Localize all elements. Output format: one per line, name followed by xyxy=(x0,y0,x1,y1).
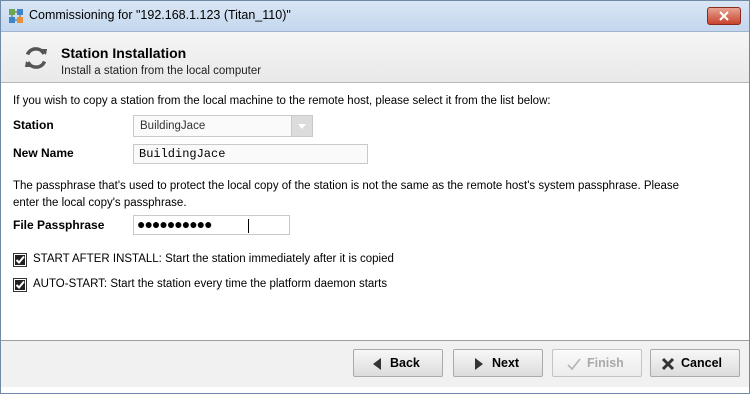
station-dropdown[interactable]: BuildingJace xyxy=(133,115,313,137)
file-passphrase-value: ●●●●●●●●●● xyxy=(137,216,213,232)
next-button[interactable]: Next xyxy=(453,349,543,377)
page-title: Station Installation xyxy=(61,45,187,61)
refresh-icon xyxy=(25,47,47,69)
chevron-down-icon[interactable] xyxy=(291,116,312,136)
cancel-button[interactable]: Cancel xyxy=(650,349,740,377)
file-passphrase-label: File Passphrase xyxy=(13,218,105,232)
auto-start-checkbox[interactable] xyxy=(13,278,27,292)
x-icon xyxy=(661,357,675,371)
passphrase-note-line1: The passphrase that's used to protect th… xyxy=(13,180,680,192)
passphrase-note-line2: enter the local copy's passphrase. xyxy=(13,197,187,209)
station-dropdown-value: BuildingJace xyxy=(140,120,206,132)
file-passphrase-field[interactable]: ●●●●●●●●●● xyxy=(133,215,290,235)
intro-text: If you wish to copy a station from the l… xyxy=(13,95,551,107)
triangle-right-icon xyxy=(475,358,483,370)
check-icon xyxy=(567,358,581,371)
start-after-install-label: START AFTER INSTALL: Start the station i… xyxy=(33,253,394,265)
page-subtitle: Install a station from the local compute… xyxy=(61,65,262,77)
close-button[interactable] xyxy=(707,7,741,25)
finish-label: Finish xyxy=(587,356,624,370)
network-app-icon xyxy=(9,9,23,23)
cancel-label: Cancel xyxy=(681,356,722,370)
next-label: Next xyxy=(492,356,520,370)
start-after-install-checkbox[interactable] xyxy=(13,253,27,267)
station-label: Station xyxy=(13,118,54,132)
triangle-left-icon xyxy=(373,358,381,370)
title-bar[interactable]: Commissioning for "192.168.1.123 (Titan_… xyxy=(1,1,749,32)
back-button[interactable]: Back xyxy=(353,349,443,377)
back-label: Back xyxy=(390,356,420,370)
new-name-field[interactable]: BuildingJace xyxy=(133,144,368,164)
window-title: Commissioning for "192.168.1.123 (Titan_… xyxy=(29,8,291,22)
finish-button[interactable]: Finish xyxy=(552,349,642,377)
new-name-label: New Name xyxy=(13,146,74,160)
commissioning-dialog: Commissioning for "192.168.1.123 (Titan_… xyxy=(0,0,750,394)
close-icon xyxy=(719,11,729,21)
auto-start-label: AUTO-START: Start the station every time… xyxy=(33,278,388,290)
